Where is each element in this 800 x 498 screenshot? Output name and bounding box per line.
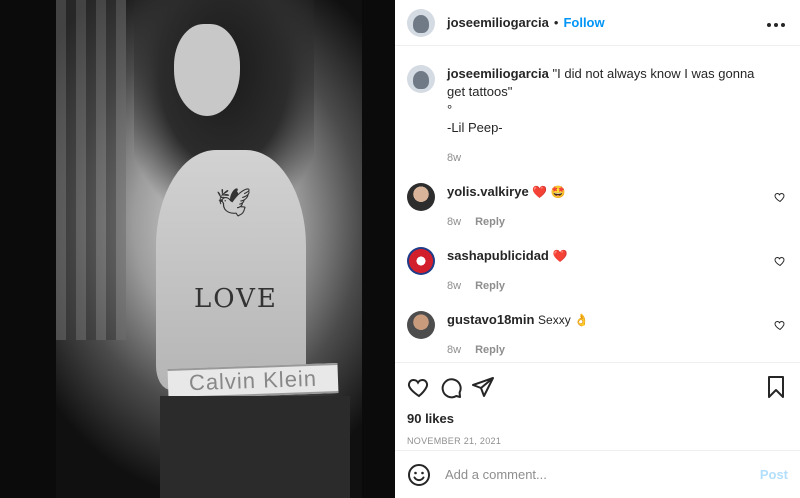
comment-time[interactable]: 8w <box>447 213 461 231</box>
post-actions: 90 likes November 21, 2021 <box>395 362 800 446</box>
comments-list[interactable]: joseemiliogarcia "I did not always know … <box>395 47 800 362</box>
post-photo[interactable]: 🕊 LOVE Calvin Klein <box>56 0 362 498</box>
comment-username[interactable]: yolis.valkirye <box>447 184 529 199</box>
post-date[interactable]: November 21, 2021 <box>407 436 788 446</box>
add-comment-bar: Post <box>395 450 800 498</box>
post-media[interactable]: 🕊 LOVE Calvin Klein <box>0 0 395 498</box>
header-separator: • <box>553 15 559 30</box>
comment-meta: 8w Reply <box>447 341 747 359</box>
caption-time[interactable]: 8w <box>447 149 461 167</box>
photo-face <box>174 24 240 116</box>
photo-background-wall <box>56 0 126 340</box>
caption-meta: 8w <box>447 149 772 167</box>
caption-author-avatar[interactable] <box>407 65 435 93</box>
post-caption: joseemiliogarcia "I did not always know … <box>407 65 788 167</box>
add-comment-input[interactable] <box>445 467 760 482</box>
emoji-smiley-icon[interactable] <box>407 463 431 487</box>
comment-time[interactable]: 8w <box>447 341 461 359</box>
like-heart-icon[interactable] <box>407 375 431 399</box>
instagram-post: 🕊 LOVE Calvin Klein joseemiliogarcia • F… <box>0 0 800 498</box>
follow-button[interactable]: Follow <box>563 15 604 30</box>
reply-button[interactable]: Reply <box>475 213 505 231</box>
comment-item: sashapublicidad ❤️ 8w Reply <box>407 247 788 295</box>
more-options-icon[interactable] <box>764 12 788 33</box>
post-header: joseemiliogarcia • Follow <box>395 0 800 46</box>
comment-text: ❤️ <box>552 249 568 263</box>
caption-username[interactable]: joseemiliogarcia <box>447 66 549 81</box>
comment-text: ❤️ 🤩 <box>532 185 566 199</box>
post-comment-button[interactable]: Post <box>760 467 788 482</box>
comment-username[interactable]: gustavo18min <box>447 312 534 327</box>
comment-bubble-icon[interactable] <box>439 375 463 399</box>
commenter-avatar[interactable] <box>407 183 435 211</box>
author-username[interactable]: joseemiliogarcia <box>447 15 549 30</box>
comment-meta: 8w Reply <box>447 213 747 231</box>
action-icons <box>407 371 788 403</box>
comment-username[interactable]: sashapublicidad <box>447 248 549 263</box>
comment-item: gustavo18min Sexxy 👌 8w Reply <box>407 311 788 359</box>
waistband-text: Calvin Klein <box>188 365 318 396</box>
comment-item: yolis.valkirye ❤️ 🤩 8w Reply <box>407 183 788 231</box>
love-tattoo: LOVE <box>194 284 278 314</box>
chest-tattoo-icon: 🕊 <box>216 186 252 219</box>
reply-button[interactable]: Reply <box>475 277 505 295</box>
caption-attribution: -Lil Peep- <box>447 120 503 135</box>
caption-symbol: ° <box>447 102 453 117</box>
comment-time[interactable]: 8w <box>447 277 461 295</box>
post-panel: joseemiliogarcia • Follow joseemiliogarc… <box>395 0 800 498</box>
likes-count[interactable]: 90 likes <box>407 411 788 426</box>
comment-meta: 8w Reply <box>447 277 747 295</box>
share-paper-plane-icon[interactable] <box>471 375 495 399</box>
comment-text: Sexxy 👌 <box>538 313 589 327</box>
photo-waistband: Calvin Klein <box>167 363 339 399</box>
commenter-avatar[interactable] <box>407 311 435 339</box>
comment-like-heart-icon[interactable] <box>774 255 786 267</box>
photo-jeans <box>160 396 350 498</box>
reply-button[interactable]: Reply <box>475 341 505 359</box>
save-bookmark-icon[interactable] <box>764 375 788 399</box>
author-avatar[interactable] <box>407 8 435 37</box>
comment-like-heart-icon[interactable] <box>774 191 786 203</box>
commenter-avatar[interactable] <box>407 247 435 275</box>
comment-like-heart-icon[interactable] <box>774 319 786 331</box>
